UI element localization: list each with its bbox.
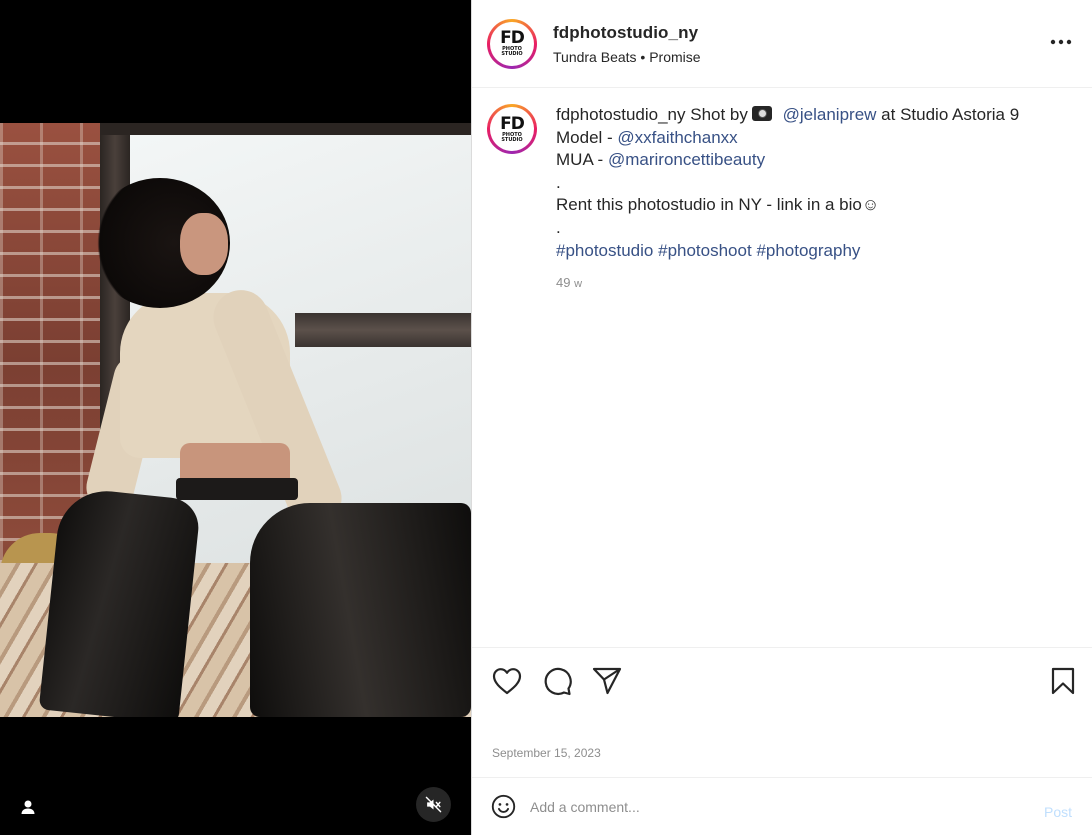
photographer-mention[interactable]: @jelaniprew bbox=[783, 105, 877, 124]
audio-attribution: Tundra Beats • Promise bbox=[553, 49, 701, 65]
comment-icon[interactable] bbox=[541, 665, 573, 697]
heart-icon[interactable] bbox=[491, 665, 523, 697]
volume-muted-icon[interactable] bbox=[416, 787, 451, 822]
photo-model-face bbox=[180, 213, 228, 275]
avatar[interactable]: FD PHOTO STUDIO bbox=[487, 18, 537, 69]
time-ago-unit: w bbox=[574, 278, 583, 291]
camera-emoji-icon bbox=[751, 106, 772, 121]
user-icon[interactable] bbox=[12, 791, 44, 823]
caption-line-model: Model - @xxfaithchanxx bbox=[556, 127, 1019, 150]
time-ago-number: 49 bbox=[556, 275, 571, 291]
caption-hashtags: #photostudio #photoshoot #photography bbox=[556, 240, 1019, 263]
media-panel[interactable] bbox=[0, 0, 471, 835]
hashtag-link[interactable]: #photostudio bbox=[556, 241, 653, 260]
emoji-icon[interactable] bbox=[490, 794, 516, 820]
caption-studio-logo: FD PHOTO STUDIO bbox=[490, 107, 534, 151]
model-mention[interactable]: @xxfaithchanxx bbox=[617, 128, 737, 147]
studio-logo: FD PHOTO STUDIO bbox=[490, 21, 534, 66]
photo-model-belt bbox=[176, 478, 298, 500]
audio-separator: • bbox=[640, 48, 646, 65]
hashtag-link[interactable]: #photography bbox=[756, 241, 860, 260]
logo-text-studio: STUDIO bbox=[501, 51, 523, 57]
caption-location: at Studio Astoria 9 bbox=[881, 105, 1020, 124]
caption-dot-1: . bbox=[556, 172, 561, 192]
caption-body: fdphotostudio_ny Shot by @jelaniprew at … bbox=[556, 104, 1019, 296]
post-caption: FD PHOTO STUDIO fdphotostudio_ny Shot by… bbox=[472, 88, 1092, 296]
photo-model-leg-left bbox=[38, 486, 202, 717]
audio-track[interactable]: Promise bbox=[649, 49, 700, 65]
post-date[interactable]: September 15, 2023 bbox=[492, 746, 601, 760]
photo-model-leg-right bbox=[250, 503, 471, 717]
caption-username[interactable]: fdphotostudio_ny bbox=[556, 105, 686, 124]
caption-shot-by: Shot by bbox=[690, 105, 748, 124]
post-dialog: FD PHOTO STUDIO fdphotostudio_ny Tundra … bbox=[0, 0, 1092, 835]
caption-dot-2: . bbox=[556, 217, 561, 237]
post-button[interactable]: Post bbox=[1044, 804, 1072, 820]
hashtag-link[interactable]: #photoshoot bbox=[658, 241, 752, 260]
action-bar: September 15, 2023 bbox=[472, 647, 1092, 775]
mua-label: MUA - bbox=[556, 150, 604, 170]
header-text: fdphotostudio_ny Tundra Beats • Promise bbox=[553, 23, 701, 65]
header-username[interactable]: fdphotostudio_ny bbox=[553, 23, 701, 43]
post-header: FD PHOTO STUDIO fdphotostudio_ny Tundra … bbox=[472, 0, 1092, 88]
comment-input[interactable] bbox=[530, 798, 1010, 815]
more-horizontal-icon[interactable] bbox=[1048, 32, 1074, 52]
caption-logo-text-studio: STUDIO bbox=[501, 136, 523, 143]
caption-time-ago[interactable]: 49 w bbox=[556, 272, 1019, 296]
caption-rent-line: Rent this photostudio in NY - link in a … bbox=[556, 195, 880, 215]
photo-window-bar bbox=[295, 313, 471, 347]
caption-logo-text-fd: FD bbox=[500, 113, 525, 134]
caption-avatar[interactable]: FD PHOTO STUDIO bbox=[487, 104, 537, 154]
post-side-panel: FD PHOTO STUDIO fdphotostudio_ny Tundra … bbox=[471, 0, 1092, 835]
bookmark-icon[interactable] bbox=[1047, 665, 1079, 697]
post-photo[interactable] bbox=[0, 123, 471, 717]
send-icon[interactable] bbox=[591, 665, 623, 697]
caption-line-mua: MUA - @marironcettibeauty bbox=[556, 149, 1019, 172]
caption-line-1: fdphotostudio_ny Shot by @jelaniprew at … bbox=[556, 104, 1019, 127]
audio-artist[interactable]: Tundra Beats bbox=[553, 49, 637, 65]
comment-bar: Post bbox=[472, 777, 1092, 835]
logo-text-fd: FD bbox=[500, 28, 525, 48]
photo-window-frame-top bbox=[100, 123, 471, 135]
mua-mention[interactable]: @marironcettibeauty bbox=[608, 150, 765, 169]
model-label: Model - bbox=[556, 127, 613, 147]
